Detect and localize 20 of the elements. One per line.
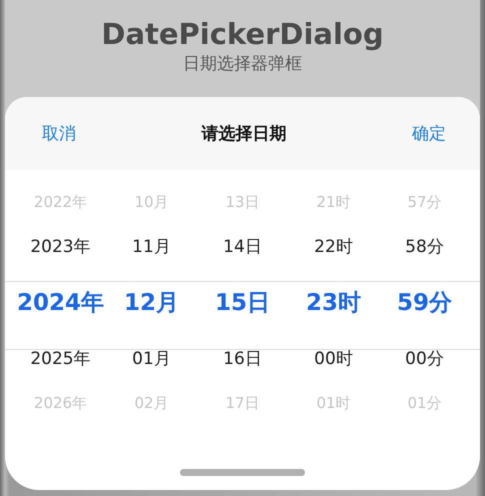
picker-option[interactable]: 58分 — [405, 224, 444, 269]
picker-option[interactable]: 00时 — [314, 336, 353, 381]
picker-option[interactable]: 15日 — [214, 269, 270, 336]
confirm-button[interactable]: 确定 — [408, 118, 450, 149]
picker-option[interactable]: 22时 — [314, 224, 353, 269]
cancel-button[interactable]: 取消 — [38, 118, 80, 149]
page-title: DatePickerDialog — [101, 16, 384, 52]
picker-option[interactable]: 16日 — [223, 336, 262, 381]
picker-option[interactable]: 2025年 — [30, 336, 91, 381]
picker-option[interactable]: 11月 — [132, 224, 171, 269]
picker-option[interactable]: 01月 — [132, 336, 171, 381]
picker-option[interactable]: 00分 — [405, 336, 444, 381]
picker-option[interactable]: 2024年 — [16, 269, 104, 336]
picker-option[interactable]: 12月 — [124, 269, 179, 336]
dialog-title: 请选择日期 — [202, 123, 286, 145]
page-subtitle: 日期选择器弹框 — [183, 53, 302, 76]
picker-option[interactable]: 59分 — [396, 269, 452, 336]
picker-option[interactable]: 14日 — [223, 224, 262, 269]
picker-option[interactable]: 2023年 — [30, 224, 91, 269]
picker-option[interactable]: 23时 — [306, 269, 361, 336]
